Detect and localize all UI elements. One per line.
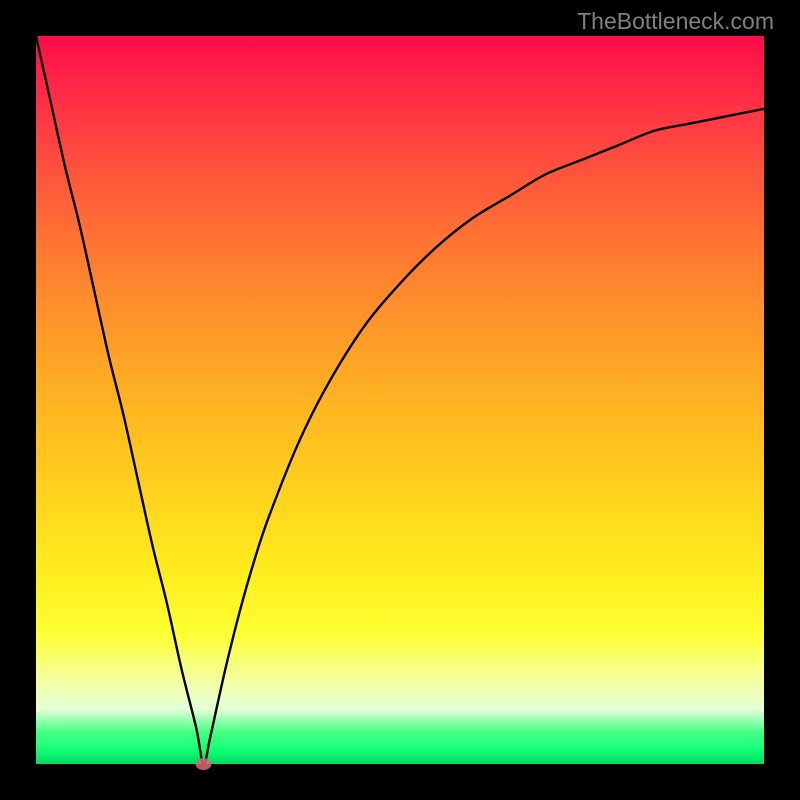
plot-area: [36, 36, 764, 764]
watermark-text: TheBottleneck.com: [577, 8, 774, 35]
bottleneck-curve: [36, 36, 764, 764]
curve-layer: [36, 36, 764, 764]
minimum-marker: [195, 758, 211, 770]
